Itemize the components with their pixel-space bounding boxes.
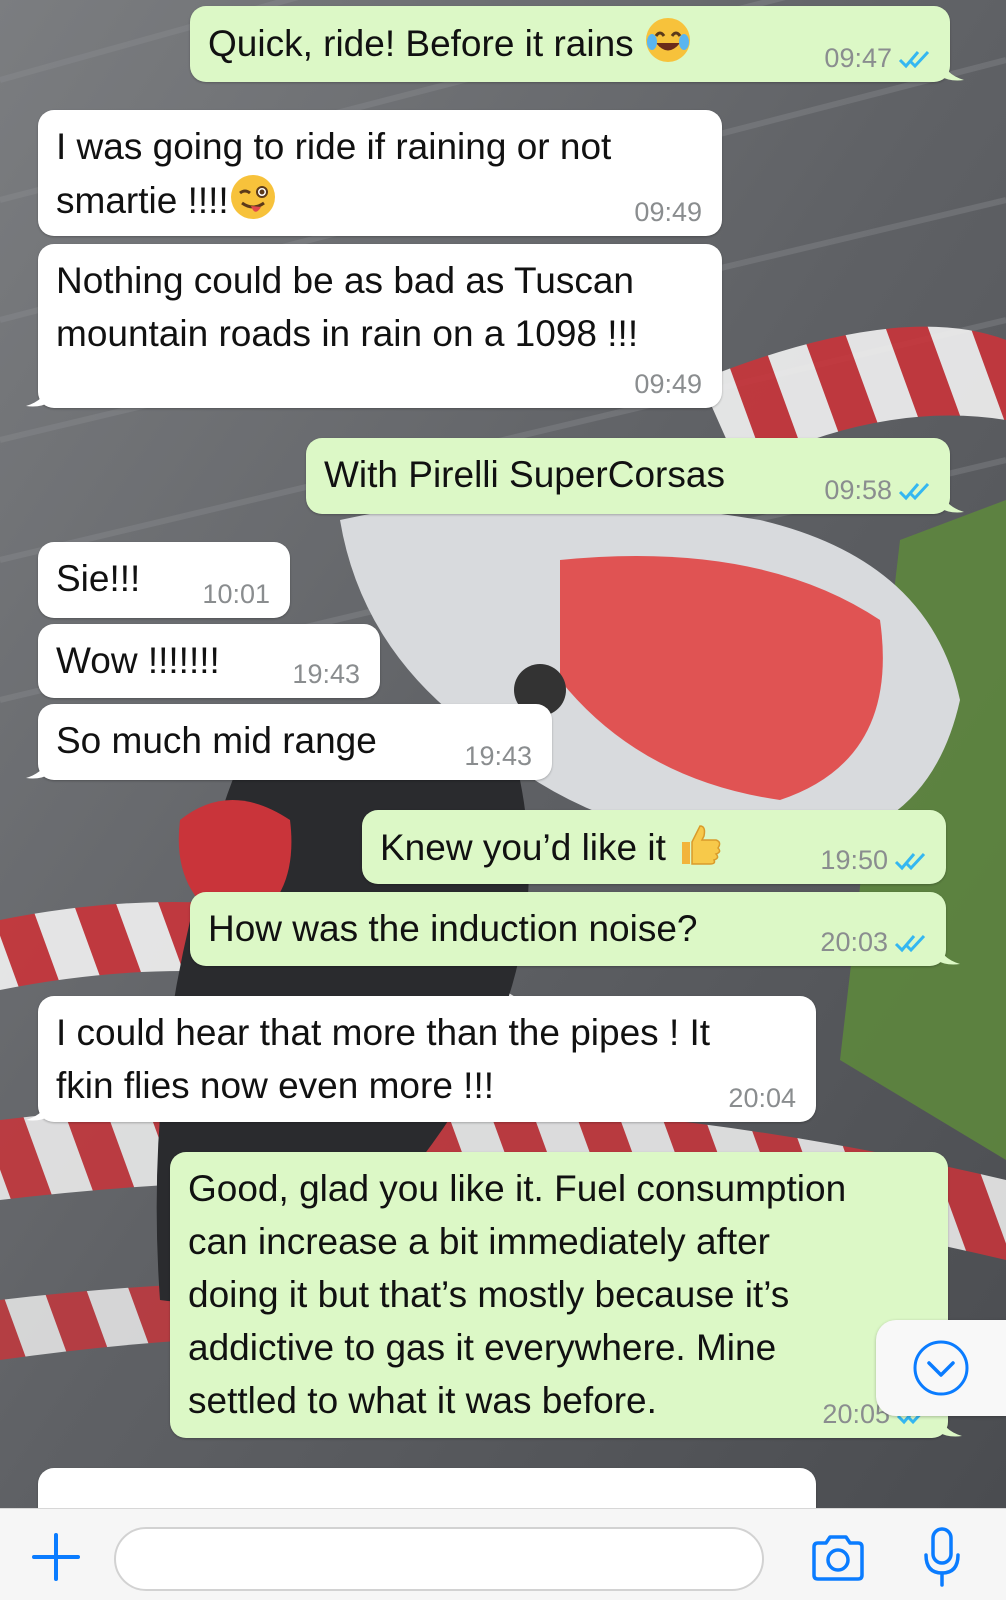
read-receipt-icon	[898, 482, 930, 500]
voice-message-button[interactable]	[922, 1527, 962, 1589]
message-input[interactable]	[114, 1527, 764, 1591]
message-time: 19:50	[820, 845, 888, 875]
plus-icon	[32, 1533, 80, 1581]
bubble-tail	[940, 56, 964, 81]
bubble-tail	[936, 940, 960, 965]
message-meta: 20:04	[728, 1083, 796, 1114]
microphone-icon	[924, 1527, 960, 1587]
message-time: 20:03	[820, 927, 888, 957]
scroll-to-bottom-button[interactable]	[876, 1320, 1006, 1416]
message-meta: 10:01	[202, 579, 270, 610]
message-time: 20:04	[728, 1083, 796, 1113]
message-text: With Pirelli SuperCorsas	[324, 454, 725, 495]
message-bubble-incoming[interactable]: Sie!!! 10:01	[38, 542, 290, 618]
winking-face-with-tongue-icon	[230, 175, 275, 219]
message-text: Nothing could be as bad as Tuscan mounta…	[56, 260, 639, 354]
read-receipt-icon	[894, 934, 926, 952]
message-text: Sie!!!	[56, 558, 141, 599]
message-meta: 19:43	[464, 741, 532, 772]
message-bubble-incoming[interactable]: Wow !!!!!!! 19:43	[38, 624, 380, 698]
attach-button[interactable]	[30, 1531, 82, 1583]
camera-button[interactable]	[810, 1533, 866, 1583]
message-text: I was going to ride if raining or not sm…	[56, 126, 612, 221]
chevron-down-circle-icon	[913, 1340, 969, 1396]
message-bubble-outgoing[interactable]: Good, glad you like it. Fuel consumption…	[170, 1152, 962, 1438]
message-bubble-outgoing[interactable]: With Pirelli SuperCorsas 09:58	[306, 438, 964, 514]
message-time: 09:58	[824, 475, 892, 505]
message-meta: 09:47	[824, 43, 932, 74]
message-bubble-outgoing[interactable]: How was the induction noise? 20:03	[190, 892, 960, 966]
message-bubble-outgoing[interactable]: Quick, ride! Before it rains 09:47	[190, 6, 964, 82]
message-bubble-incoming[interactable]: I could hear that more than the pipes ! …	[26, 996, 816, 1122]
camera-icon	[812, 1535, 864, 1581]
message-meta: 20:03	[820, 927, 928, 958]
bubble-tail	[26, 1096, 50, 1121]
message-text: I could hear that more than the pipes ! …	[56, 1012, 711, 1106]
message-text: Knew you’d like it	[380, 820, 724, 874]
message-meta: 09:49	[634, 369, 702, 400]
bubble-tail	[26, 382, 50, 407]
message-time: 09:47	[824, 43, 892, 73]
message-text: So much mid range	[56, 720, 377, 761]
read-receipt-icon	[894, 852, 926, 870]
message-time: 10:01	[202, 579, 270, 609]
message-bubble-incoming[interactable]: Nothing could be as bad as Tuscan mounta…	[26, 244, 722, 408]
message-time: 09:49	[634, 197, 702, 227]
message-text: How was the induction noise?	[208, 908, 698, 949]
bubble-tail	[940, 488, 964, 513]
message-text: Quick, ride! Before it rains	[208, 16, 692, 70]
message-bubble-incoming[interactable]: So much mid range 19:43	[26, 704, 552, 780]
bubble-tail	[26, 754, 50, 779]
message-meta: 09:58	[824, 475, 932, 506]
message-time: 19:43	[292, 659, 360, 689]
read-receipt-icon	[898, 50, 930, 68]
thumbs-up-icon	[682, 825, 721, 865]
message-meta: 19:50	[820, 845, 928, 876]
message-meta: 19:43	[292, 659, 360, 690]
face-with-tears-of-joy-icon	[645, 18, 690, 62]
message-bubble-incoming[interactable]: I was going to ride if raining or not sm…	[38, 110, 722, 236]
message-time: 09:49	[634, 369, 702, 399]
message-text: Good, glad you like it. Fuel consumption…	[188, 1168, 847, 1421]
message-composer	[0, 1508, 1006, 1600]
message-time: 19:43	[464, 741, 532, 771]
message-bubble-outgoing[interactable]: Knew you’d like it 19:50	[362, 810, 946, 884]
message-meta: 09:49	[634, 197, 702, 228]
message-text: Wow !!!!!!!	[56, 640, 220, 681]
